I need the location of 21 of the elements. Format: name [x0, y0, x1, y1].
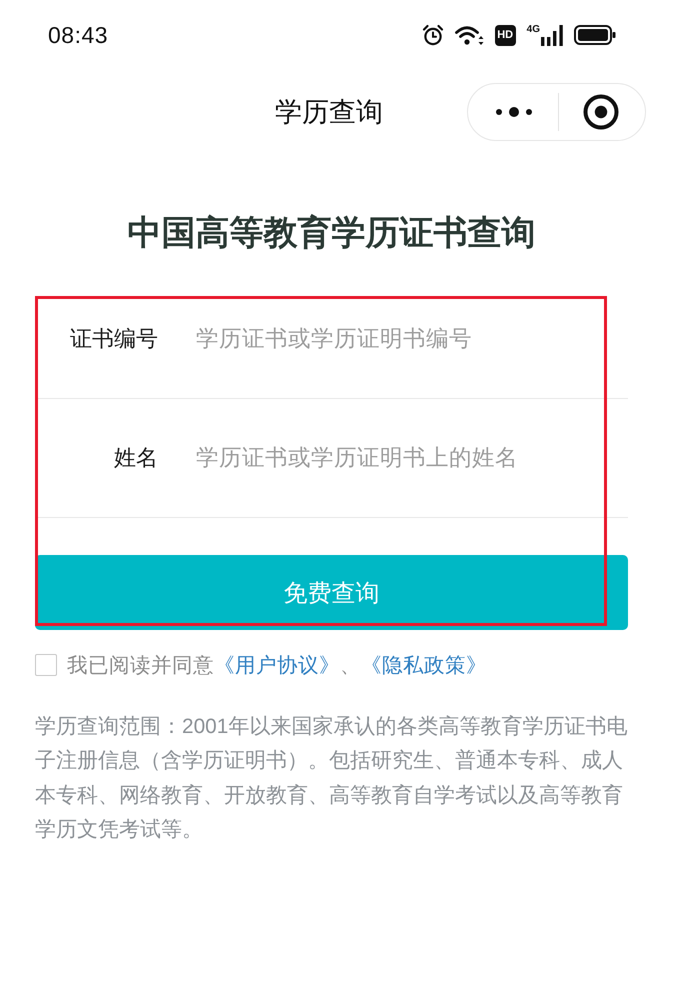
submit-button[interactable]: 免费查询	[35, 555, 628, 630]
ring-dot-icon[interactable]	[583, 94, 619, 130]
more-icon[interactable]	[495, 106, 533, 118]
scope-note-text: 学历查询范围：2001年以来国家承认的各类高等教育学历证书电子注册信息（含学历证明书）。包括研究生、普通本专科、成人本专科、网络教育、开放教育、高等教育自学考试以及高等教育学历文凭考试等。	[35, 714, 628, 843]
wifi-icon	[454, 24, 484, 46]
network-type-text: 4G	[526, 24, 540, 34]
status-time: 08:43	[48, 22, 108, 48]
field-label: 姓名	[113, 444, 158, 472]
field-label: 证书编号	[69, 325, 158, 353]
agreement-text: 我已阅读并同意《用户协议》、《隐私政策》	[67, 653, 487, 679]
page-heading: 中国高等教育学历证书查询	[126, 213, 536, 254]
battery-icon	[574, 24, 616, 46]
alarm-clock-icon	[422, 24, 444, 46]
policy-link[interactable]: 《用户协议》	[214, 654, 340, 677]
checkbox[interactable]	[35, 654, 57, 676]
page-title: 学历查询	[275, 96, 383, 129]
hd-indicator: HD	[494, 24, 516, 46]
signal-icon	[541, 24, 563, 46]
policy-link[interactable]: 《隐私政策》	[361, 654, 487, 677]
input-field[interactable]: 学历证书或学历证明书上的姓名	[196, 438, 628, 478]
input-field[interactable]: 学历证书或学历证明书编号	[196, 319, 628, 359]
